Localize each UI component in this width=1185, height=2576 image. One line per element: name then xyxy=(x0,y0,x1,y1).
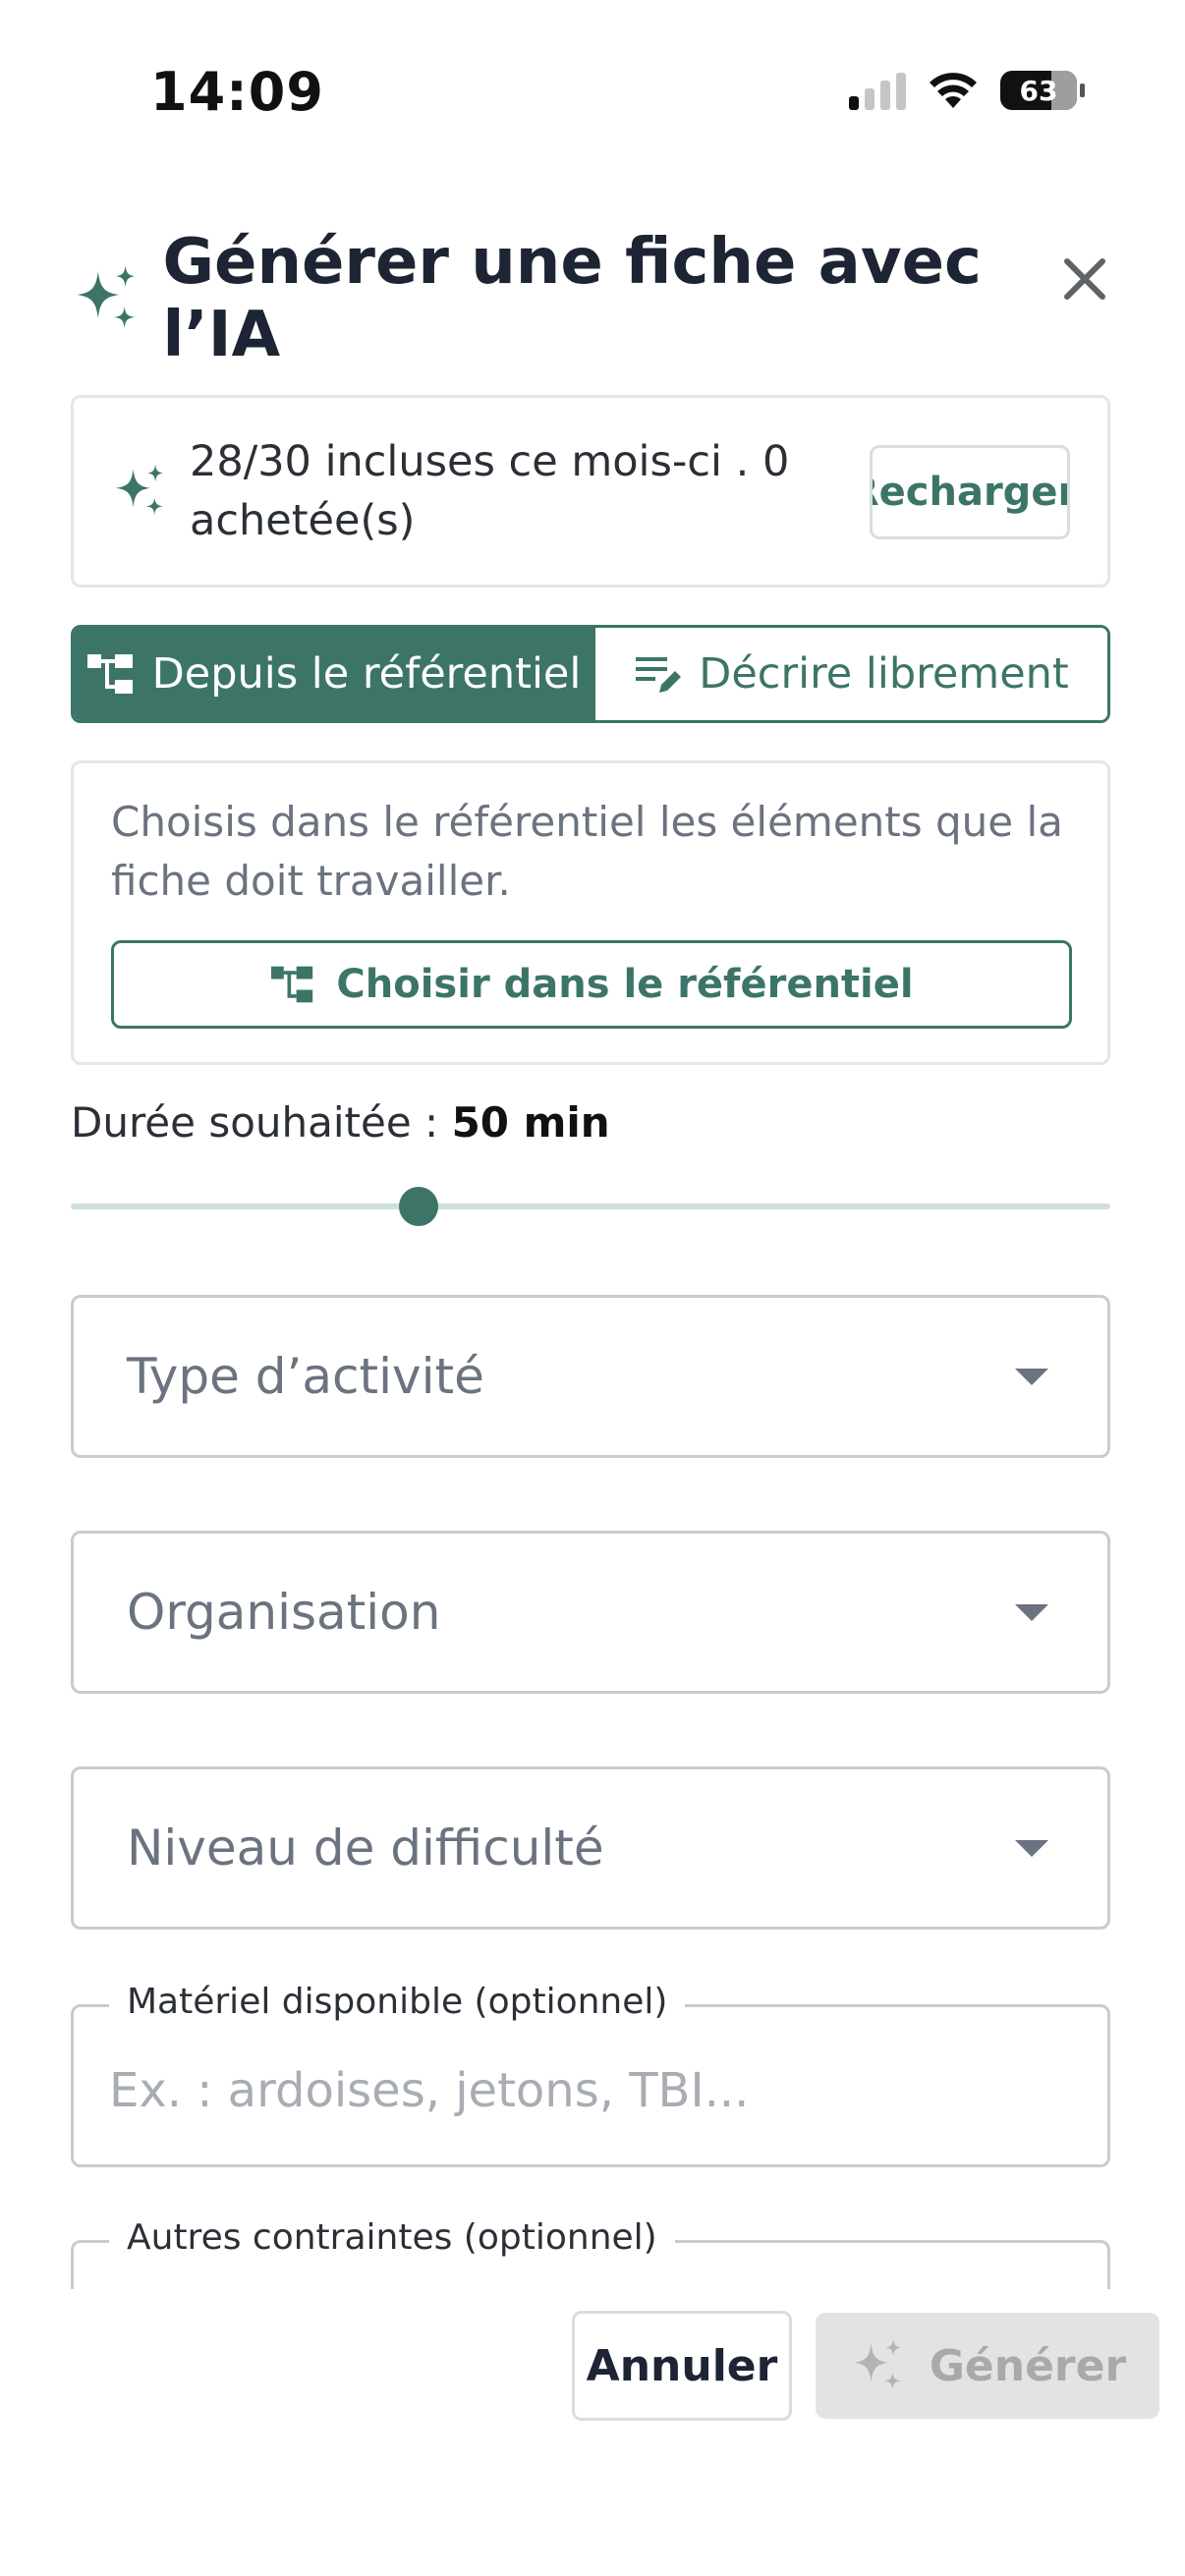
contraintes-label: Autres contraintes (optionnel) xyxy=(109,2217,675,2258)
generate-label: Générer xyxy=(929,2340,1127,2391)
cancel-button[interactable]: Annuler xyxy=(572,2311,792,2421)
materiel-field: Matériel disponible (optionnel) xyxy=(71,1982,1110,2167)
activity-type-select[interactable]: Type d’activité xyxy=(71,1295,1110,1458)
materiel-input[interactable] xyxy=(109,2056,1052,2125)
chevron-down-icon xyxy=(1015,1840,1048,1857)
contraintes-field: Autres contraintes (optionnel) xyxy=(71,2217,1110,2289)
sparkle-icon xyxy=(853,2338,901,2390)
chevron-down-icon xyxy=(1015,1604,1048,1621)
materiel-label: Matériel disponible (optionnel) xyxy=(109,1982,686,2022)
organisation-placeholder: Organisation xyxy=(127,1584,441,1641)
organisation-select[interactable]: Organisation xyxy=(71,1531,1110,1694)
chevron-down-icon xyxy=(1015,1369,1048,1385)
generate-button[interactable]: Générer xyxy=(816,2313,1159,2419)
cancel-label: Annuler xyxy=(586,2340,778,2391)
difficulty-placeholder: Niveau de difficulté xyxy=(127,1820,604,1876)
difficulty-select[interactable]: Niveau de difficulté xyxy=(71,1766,1110,1930)
activity-type-placeholder: Type d’activité xyxy=(127,1348,484,1405)
scroll-content: Type d’activité Organisation Niveau de d… xyxy=(0,0,1185,2289)
